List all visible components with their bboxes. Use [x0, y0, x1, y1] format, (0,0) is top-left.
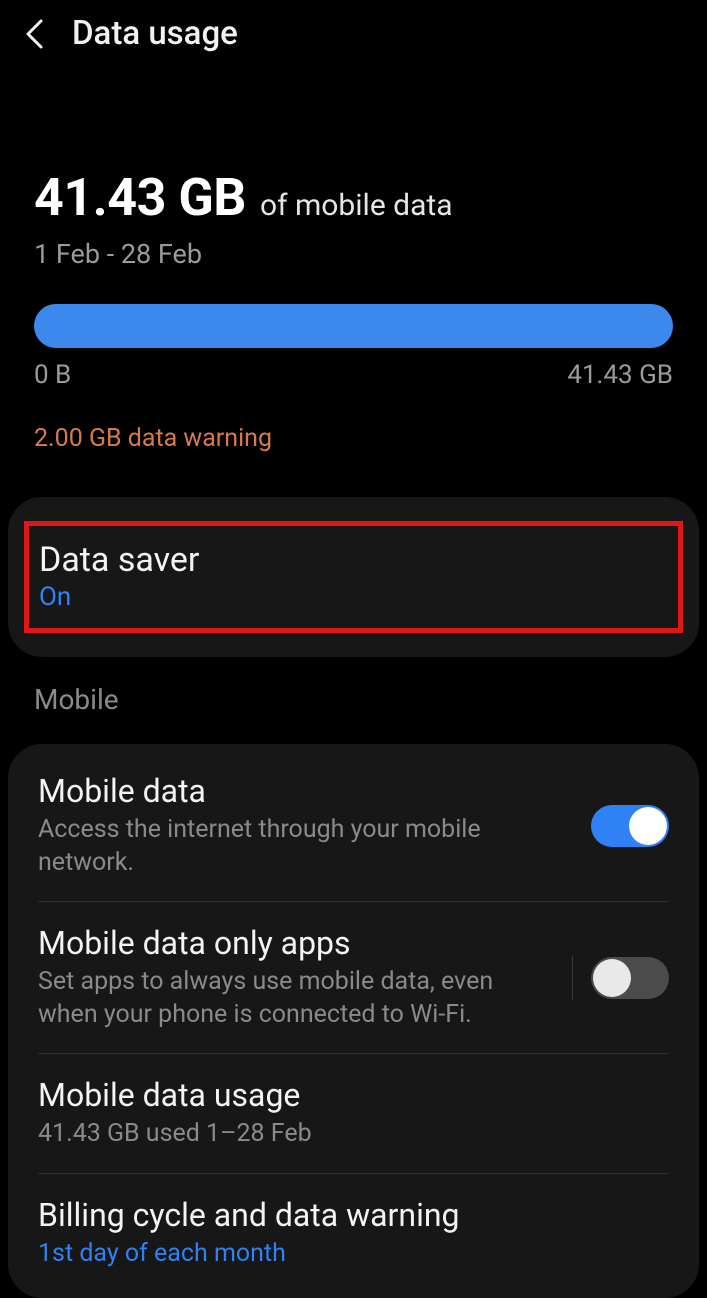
- mobile-data-desc: Access the internet through your mobile …: [38, 814, 571, 879]
- data-saver-highlight[interactable]: Data saver On: [24, 521, 683, 633]
- progress-min: 0 B: [34, 360, 71, 390]
- mobile-data-toggle[interactable]: [591, 805, 669, 847]
- usage-suffix: of mobile data: [260, 188, 453, 223]
- mobile-only-apps-desc: Set apps to always use mobile data, even…: [38, 966, 552, 1031]
- page-title: Data usage: [72, 14, 238, 53]
- billing-cycle-desc: 1st day of each month: [38, 1238, 649, 1271]
- mobile-card: Mobile data Access the internet through …: [8, 744, 699, 1298]
- usage-progress-labels: 0 B 41.43 GB: [34, 360, 673, 390]
- vertical-separator: [572, 956, 573, 1000]
- mobile-data-usage-title: Mobile data usage: [38, 1076, 649, 1114]
- data-saver-title: Data saver: [39, 540, 668, 580]
- usage-progress-bar[interactable]: [34, 304, 673, 348]
- usage-summary: 41.43 GB of mobile data 1 Feb - 28 Feb 0…: [0, 67, 707, 483]
- progress-max: 41.43 GB: [567, 360, 673, 390]
- mobile-only-apps-row[interactable]: Mobile data only apps Set apps to always…: [8, 902, 699, 1053]
- billing-cycle-row[interactable]: Billing cycle and data warning 1st day o…: [8, 1174, 699, 1293]
- mobile-only-apps-title: Mobile data only apps: [38, 924, 552, 962]
- data-saver-status: On: [39, 582, 668, 612]
- data-warning-text: 2.00 GB data warning: [34, 424, 673, 453]
- usage-period: 1 Feb - 28 Feb: [34, 238, 673, 270]
- data-saver-card: Data saver On: [8, 497, 699, 657]
- mobile-only-apps-toggle[interactable]: [591, 957, 669, 999]
- back-icon[interactable]: [20, 20, 48, 48]
- mobile-data-title: Mobile data: [38, 772, 571, 810]
- billing-cycle-title: Billing cycle and data warning: [38, 1196, 649, 1234]
- usage-amount: 41.43 GB: [34, 167, 246, 228]
- header: Data usage: [0, 0, 707, 67]
- mobile-data-row[interactable]: Mobile data Access the internet through …: [8, 750, 699, 901]
- mobile-data-usage-desc: 41.43 GB used 1–28 Feb: [38, 1118, 649, 1151]
- section-mobile-label: Mobile: [0, 657, 707, 730]
- mobile-data-usage-row[interactable]: Mobile data usage 41.43 GB used 1–28 Feb: [8, 1054, 699, 1173]
